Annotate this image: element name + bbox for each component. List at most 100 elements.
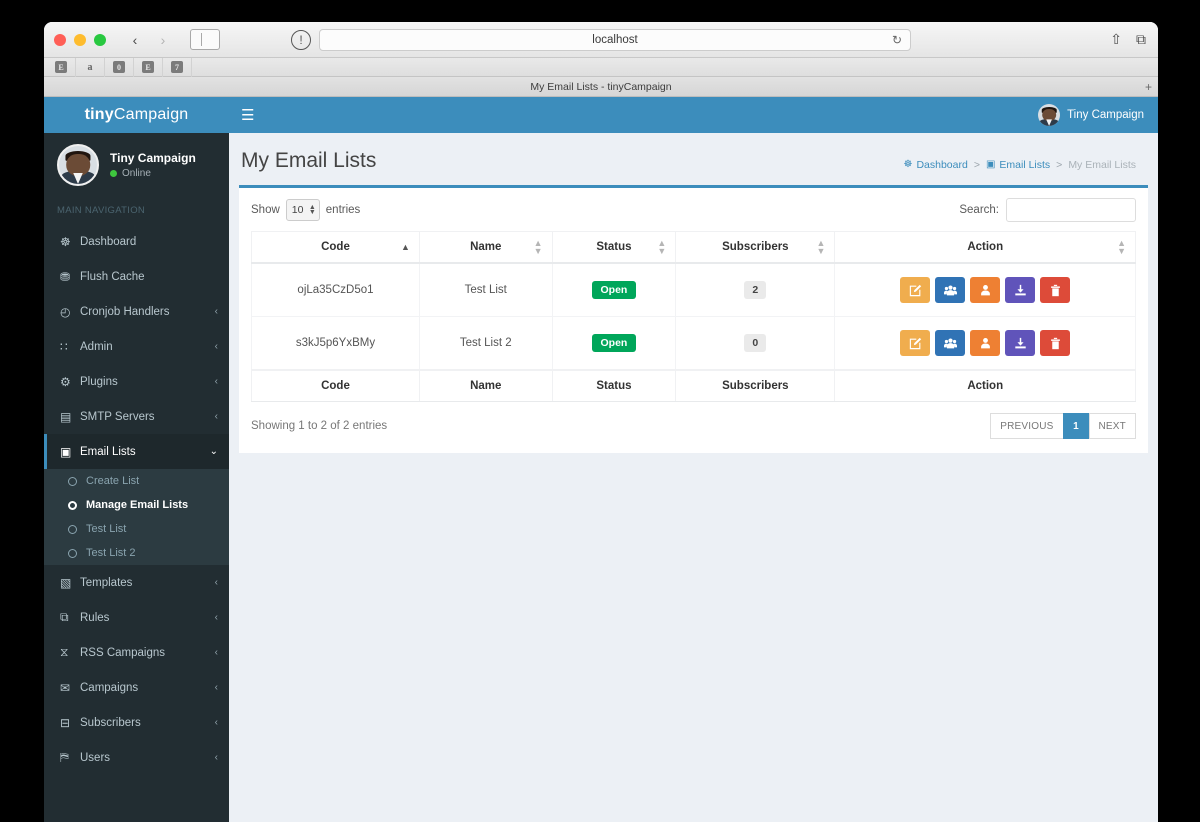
trash-icon — [1050, 284, 1060, 296]
view-subscribers-button[interactable] — [935, 330, 966, 356]
sidebar-section-header: MAIN NAVIGATION — [57, 205, 146, 216]
sidebar-toggle-button[interactable] — [190, 29, 220, 50]
breadcrumb-item-my-email-lists: My Email Lists — [1068, 159, 1136, 171]
footer-header-action: Action — [834, 369, 1136, 402]
sidebar-item-dashboard[interactable]: ☸ Dashboard — [44, 224, 229, 259]
sidebar-item-templates[interactable]: ▧ Templates ‹ — [44, 565, 229, 600]
export-list-button[interactable] — [1005, 330, 1036, 356]
sidebar-item-users[interactable]: ⛿ Users ‹ — [44, 740, 229, 775]
subscribers-badge: 2 — [744, 281, 767, 299]
edit-list-button[interactable] — [900, 277, 931, 303]
sidebar-item-subscribers[interactable]: ⊟ Subscribers ‹ — [44, 705, 229, 740]
bookmark-favicon: E — [142, 61, 154, 73]
breadcrumb-item-dashboard[interactable]: ☸ Dashboard — [903, 159, 967, 171]
sidebar-item-admin[interactable]: ∷ Admin ‹ — [44, 329, 229, 364]
content-header: My Email Lists ☸ Dashboard > ▣ Email Lis… — [229, 133, 1158, 185]
cell-code: s3kJ5p6YxBMy — [251, 316, 420, 371]
user-upload-icon — [980, 337, 990, 348]
column-header-subscribers[interactable]: Subscribers ▲ ▼ — [675, 231, 836, 264]
pagination-next[interactable]: NEXT — [1088, 413, 1136, 439]
delete-list-button[interactable] — [1040, 330, 1071, 356]
table-footer: Showing 1 to 2 of 2 entries PREVIOUS 1 N… — [251, 413, 1136, 439]
view-subscribers-button[interactable] — [935, 277, 966, 303]
column-header-action[interactable]: Action ▲ ▼ — [834, 231, 1136, 264]
avatar — [1038, 104, 1061, 126]
logo-light-text: Campaign — [113, 106, 189, 123]
online-status-icon — [110, 170, 117, 177]
site-info-icon[interactable]: ! — [291, 29, 311, 50]
maximize-window-button[interactable] — [94, 33, 106, 46]
pagination-page-1[interactable]: 1 — [1062, 413, 1090, 439]
table-row[interactable]: ojLa35CzD5o1 Test List Open 2 — [251, 262, 1136, 317]
table-row[interactable]: s3kJ5p6YxBMy Test List 2 Open 0 — [251, 316, 1136, 371]
sidebar-item-label: Templates — [80, 576, 133, 589]
hamburger-icon[interactable]: ☰ — [241, 108, 254, 123]
breadcrumb-item-email-lists[interactable]: ▣ Email Lists — [986, 159, 1050, 171]
back-button[interactable]: ‹ — [122, 29, 148, 51]
sidebar-item-smtp-servers[interactable]: ▤ SMTP Servers ‹ — [44, 399, 229, 434]
navbar-user-menu[interactable]: Tiny Campaign — [1038, 104, 1144, 126]
sidebar-item-label: SMTP Servers — [80, 410, 155, 423]
bookmark-amazon[interactable]: a — [76, 57, 105, 77]
row-action-buttons — [843, 330, 1127, 356]
url-input[interactable]: localhost ↻ — [319, 28, 911, 51]
stepper-icon: ▲ ▼ — [308, 204, 316, 216]
application-root: tiny Campaign ☰ Tiny Campaign Tiny Campa… — [44, 97, 1158, 822]
chevron-left-icon: ‹ — [214, 647, 218, 658]
column-header-name[interactable]: Name ▲ ▼ — [418, 231, 553, 264]
import-subscribers-button[interactable] — [970, 330, 1001, 356]
share-icon[interactable]: ⇧ — [1110, 31, 1122, 48]
sidebar-subitem-test-list[interactable]: Test List — [44, 517, 229, 541]
circle-icon — [68, 524, 77, 534]
minimize-window-button[interactable] — [74, 33, 86, 46]
column-label: Name — [470, 241, 502, 253]
sidebar-item-campaigns[interactable]: ✉ Campaigns ‹ — [44, 670, 229, 705]
breadcrumb-separator: > — [1056, 158, 1063, 171]
table-foot: Code Name Status Subscribers Action — [251, 369, 1136, 402]
sidebar-item-rss-campaigns[interactable]: ⧖ RSS Campaigns ‹ — [44, 635, 229, 670]
sort-icon: ▲ ▼ — [816, 238, 826, 256]
active-tab-title[interactable]: My Email Lists - tinyCampaign — [530, 81, 671, 93]
user-upload-icon — [980, 284, 990, 295]
new-tab-button[interactable]: + — [1145, 81, 1152, 93]
entries-select[interactable]: 10 ▲ ▼ — [285, 199, 320, 221]
top-navbar: tiny Campaign ☰ Tiny Campaign — [44, 97, 1158, 133]
gear-icon: ⚙ — [60, 374, 71, 389]
sidebar-subitem-create-list[interactable]: Create List — [44, 469, 229, 493]
search-input[interactable] — [1006, 198, 1136, 222]
delete-list-button[interactable] — [1040, 277, 1071, 303]
table-info-text: Showing 1 to 2 of 2 entries — [251, 420, 388, 432]
chevron-left-icon: ‹ — [214, 411, 218, 422]
sidebar-item-rules[interactable]: ⧉ Rules ‹ — [44, 600, 229, 635]
bookmark-seven[interactable]: 7 — [163, 57, 192, 77]
import-subscribers-button[interactable] — [970, 277, 1001, 303]
bookmark-e2[interactable]: E — [134, 57, 163, 77]
bookmark-zero[interactable]: 0 — [105, 57, 134, 77]
export-list-button[interactable] — [1005, 277, 1036, 303]
column-label: Action — [967, 241, 1004, 253]
sidebar-item-label: Plugins — [80, 375, 118, 388]
bookmark-e1[interactable]: E — [47, 57, 76, 77]
sidebar-item-plugins[interactable]: ⚙ Plugins ‹ — [44, 364, 229, 399]
rss-icon: ⧖ — [60, 645, 69, 659]
forward-button[interactable]: › — [150, 29, 176, 51]
sidebar-subitem-test-list-2[interactable]: Test List 2 — [44, 541, 229, 565]
column-header-status[interactable]: Status ▲ ▼ — [551, 231, 677, 264]
pagination: PREVIOUS 1 NEXT — [990, 413, 1136, 439]
sidebar-item-email-lists[interactable]: ▣ Email Lists ⌄ — [44, 434, 229, 469]
app-logo[interactable]: tiny Campaign — [44, 97, 229, 133]
sidebar-item-flush-cache[interactable]: ⛃ Flush Cache — [44, 259, 229, 294]
edit-list-button[interactable] — [900, 330, 931, 356]
grid-icon: ∷ — [60, 339, 68, 354]
cell-status: Open — [551, 262, 677, 317]
show-tabs-icon[interactable]: ⧉ — [1136, 31, 1146, 48]
sidebar-user-panel[interactable]: Tiny Campaign Online — [44, 133, 229, 197]
sidebar-item-cronjob-handlers[interactable]: ◴ Cronjob Handlers ‹ — [44, 294, 229, 329]
close-window-button[interactable] — [54, 33, 66, 46]
column-header-code[interactable]: Code ▲ — [251, 231, 420, 264]
circle-icon — [68, 500, 77, 510]
reload-icon[interactable]: ↻ — [892, 33, 902, 47]
sidebar-subitem-manage-email-lists[interactable]: Manage Email Lists — [44, 493, 229, 517]
pagination-previous[interactable]: PREVIOUS — [990, 413, 1064, 439]
sidebar-item-label: Rules — [80, 611, 110, 624]
